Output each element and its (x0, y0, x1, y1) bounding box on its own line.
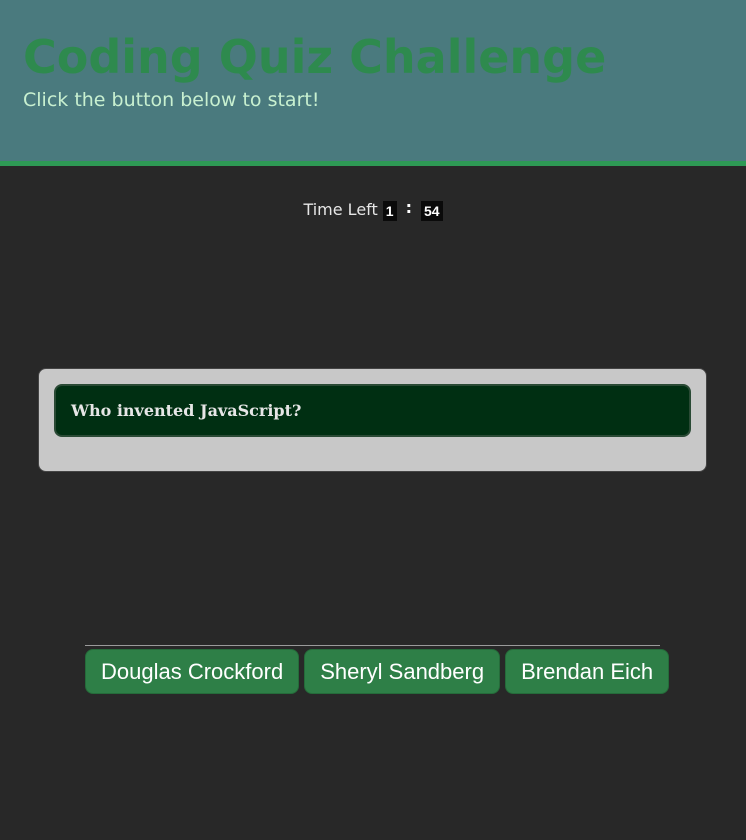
answer-button-sheryl-sandberg[interactable]: Sheryl Sandberg (304, 649, 501, 694)
page-title: Coding Quiz Challenge (23, 30, 607, 84)
question-text: Who invented JavaScript? (71, 401, 302, 420)
question-card: Who invented JavaScript? (38, 368, 707, 472)
page-header: Coding Quiz Challenge Click the button b… (0, 0, 746, 166)
timer: Time Left 1:54 (0, 197, 746, 221)
timer-minutes: 1 (382, 200, 397, 221)
answer-button-brendan-eich[interactable]: Brendan Eich (505, 649, 670, 694)
answer-button-douglas-crockford[interactable]: Douglas Crockford (85, 649, 300, 694)
timer-seconds: 54 (420, 200, 443, 221)
timer-separator: : (405, 197, 412, 217)
question-box: Who invented JavaScript? (54, 384, 691, 437)
page-subtitle: Click the button below to start! (23, 89, 320, 111)
answers-divider (85, 645, 660, 646)
timer-label: Time Left (303, 200, 378, 219)
answer-list: Douglas Crockford Sheryl Sandberg Brenda… (85, 649, 670, 694)
